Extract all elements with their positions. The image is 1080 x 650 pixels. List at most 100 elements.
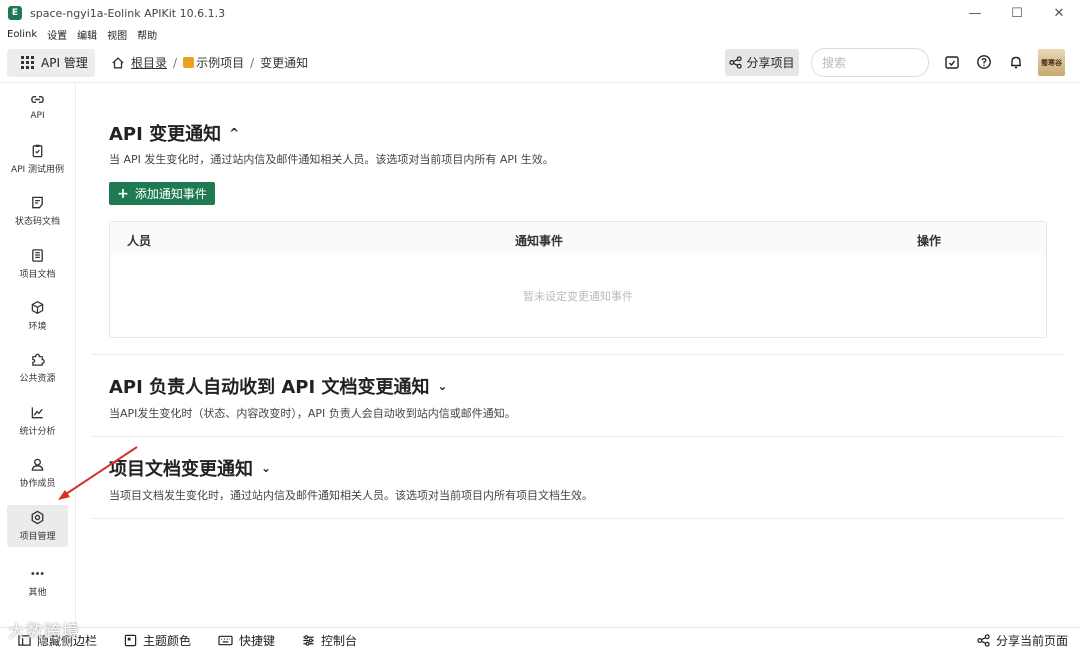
notify-table: 人员 通知事件 操作 暂未设定变更通知事件 xyxy=(109,221,1047,338)
breadcrumb-separator: / xyxy=(173,55,178,70)
window-titlebar: E space-ngyi1a-Eolink APIKit 10.6.1.3 — … xyxy=(0,0,1080,26)
section-title-toggle[interactable]: API 负责人自动收到 API 文档变更通知 ⌄ xyxy=(109,373,448,399)
breadcrumb-separator: / xyxy=(250,55,255,70)
top-bar: API 管理 根目录 / 示例项目 / 变更通知 分享项目 搜索 蜀寒谷 xyxy=(0,43,1080,83)
section-description: 当API发生变化时（状态、内容改变时），API 负责人会自动收到站内信或邮件通知… xyxy=(109,407,516,420)
sidebar-item-label: 统计分析 xyxy=(19,427,56,437)
menu-help[interactable]: 帮助 xyxy=(137,27,157,42)
clipboard-check-icon xyxy=(32,144,43,158)
window-title: space-ngyi1a-Eolink APIKit 10.6.1.3 xyxy=(30,6,226,20)
main-content: API 变更通知 ^ 当 API 发生变化时，通过站内信及邮件通知相关人员。该选… xyxy=(77,84,1080,627)
share-page-label: 分享当前页面 xyxy=(996,634,1069,648)
note-icon xyxy=(32,196,43,209)
sidebar-item-statistics[interactable]: 统计分析 xyxy=(7,400,68,442)
sidebar-item-label: 项目管理 xyxy=(19,532,56,542)
sidebar-item-label: 项目文档 xyxy=(19,270,56,280)
shortcuts-button[interactable]: 快捷键 xyxy=(218,632,275,649)
document-icon xyxy=(32,249,43,262)
share-project-label: 分享项目 xyxy=(746,56,795,70)
share-project-button[interactable]: 分享项目 xyxy=(725,49,799,76)
plus-icon: + xyxy=(117,185,129,202)
home-icon xyxy=(112,56,124,68)
api-management-button[interactable]: API 管理 xyxy=(7,48,95,77)
api-management-label: API 管理 xyxy=(41,56,88,70)
help-icon[interactable] xyxy=(976,54,992,70)
section-title: API 负责人自动收到 API 文档变更通知 xyxy=(109,377,430,398)
menu-bar: Eolink 设置 编辑 视图 帮助 xyxy=(0,26,1080,43)
sidebar-item-status-code-docs[interactable]: 状态码文档 xyxy=(7,190,68,232)
annotation-arrow-icon xyxy=(58,446,138,500)
bell-icon[interactable] xyxy=(1008,54,1024,70)
chevron-down-icon: ⌄ xyxy=(437,379,448,393)
user-icon xyxy=(31,458,44,471)
close-button[interactable]: ✕ xyxy=(1038,0,1080,26)
sidebar-item-api[interactable]: API xyxy=(7,85,68,127)
share-icon xyxy=(729,56,743,69)
cube-icon xyxy=(31,300,44,315)
section-title: API 变更通知 xyxy=(109,124,222,145)
menu-settings[interactable]: 设置 xyxy=(47,27,67,42)
link-icon xyxy=(31,95,44,103)
theme-color-label: 主题颜色 xyxy=(143,634,192,648)
table-header: 人员 通知事件 操作 xyxy=(110,222,1046,255)
shortcuts-label: 快捷键 xyxy=(239,634,276,648)
sidebar-item-label: 其他 xyxy=(28,588,47,598)
sidebar-item-project-docs[interactable]: 项目文档 xyxy=(7,243,68,285)
section-owner-auto-notify: API 负责人自动收到 API 文档变更通知 ⌄ 当API发生变化时（状态、内容… xyxy=(92,355,1063,437)
column-header-person: 人员 xyxy=(127,234,152,248)
grid-icon xyxy=(21,56,34,69)
share-icon xyxy=(977,634,990,647)
breadcrumb-root-link[interactable]: 根目录 xyxy=(131,54,167,71)
column-header-event: 通知事件 xyxy=(515,234,564,248)
puzzle-icon xyxy=(32,353,45,366)
menu-edit[interactable]: 编辑 xyxy=(77,27,97,42)
watermark-text: 大数跨境 xyxy=(8,622,80,642)
palette-icon xyxy=(124,634,137,647)
more-icon xyxy=(31,572,44,575)
sidebar-item-public-resources[interactable]: 公共资源 xyxy=(7,347,68,389)
breadcrumb: 根目录 / 示例项目 / 变更通知 xyxy=(111,54,308,71)
sidebar-item-other[interactable]: 其他 xyxy=(7,561,68,603)
sidebar: API API 测试用例 状态码文档 项目文档 环境 公共资源 统计分析 协作成… xyxy=(0,83,76,627)
chevron-down-icon: ⌄ xyxy=(261,461,272,475)
project-gift-icon xyxy=(183,57,195,68)
sidebar-item-api-test-cases[interactable]: API 测试用例 xyxy=(7,138,68,180)
console-button[interactable]: 控制台 xyxy=(302,632,357,649)
section-description: 当项目文档发生变化时，通过站内信及邮件通知相关人员。该选项对当前项目内所有项目文… xyxy=(109,489,593,502)
theme-color-button[interactable]: 主题颜色 xyxy=(124,632,191,649)
sidebar-item-label: API xyxy=(30,110,45,121)
column-header-action: 操作 xyxy=(917,234,942,248)
sidebar-item-label: 公共资源 xyxy=(19,374,56,384)
sidebar-item-label: API 测试用例 xyxy=(10,165,65,175)
menu-view[interactable]: 视图 xyxy=(107,27,127,42)
chevron-up-icon: ^ xyxy=(229,126,240,140)
empty-state-text: 暂未设定变更通知事件 xyxy=(523,290,633,303)
keyboard-icon xyxy=(218,635,233,646)
add-notify-event-label: 添加通知事件 xyxy=(134,187,207,201)
sidebar-item-environment[interactable]: 环境 xyxy=(7,295,68,337)
sidebar-item-label: 状态码文档 xyxy=(14,217,60,227)
sidebar-item-label: 环境 xyxy=(28,322,47,332)
sliders-icon xyxy=(303,635,314,646)
breadcrumb-current-page: 变更通知 xyxy=(260,56,309,70)
maximize-button[interactable]: ☐ xyxy=(996,0,1038,26)
window-controls: — ☐ ✕ xyxy=(954,0,1080,26)
avatar[interactable]: 蜀寒谷 xyxy=(1038,49,1065,76)
section-api-change-notify: API 变更通知 ^ 当 API 发生变化时，通过站内信及邮件通知相关人员。该选… xyxy=(92,84,1063,355)
console-label: 控制台 xyxy=(321,634,358,648)
share-page-button[interactable]: 分享当前页面 xyxy=(977,632,1068,649)
minimize-button[interactable]: — xyxy=(954,0,996,26)
menu-eolink[interactable]: Eolink xyxy=(7,29,37,40)
section-project-doc-notify: 项目文档变更通知 ⌄ 当项目文档发生变化时，通过站内信及邮件通知相关人员。该选项… xyxy=(92,437,1063,519)
sidebar-item-label: 协作成员 xyxy=(19,479,56,489)
gear-icon xyxy=(31,510,44,525)
calendar-check-icon[interactable] xyxy=(944,54,960,70)
section-title-toggle[interactable]: API 变更通知 ^ xyxy=(109,120,239,146)
app-logo-icon: E xyxy=(8,6,22,20)
add-notify-event-button[interactable]: + 添加通知事件 xyxy=(109,182,215,205)
status-bar: 隐藏侧边栏 主题颜色 快捷键 控制台 分享当前页面 xyxy=(0,627,1080,650)
sidebar-item-project-management[interactable]: 项目管理 xyxy=(7,505,68,547)
breadcrumb-project-link[interactable]: 示例项目 xyxy=(196,54,244,71)
section-description: 当 API 发生变化时，通过站内信及邮件通知相关人员。该选项对当前项目内所有 A… xyxy=(109,153,554,166)
search-input[interactable]: 搜索 xyxy=(811,48,929,77)
